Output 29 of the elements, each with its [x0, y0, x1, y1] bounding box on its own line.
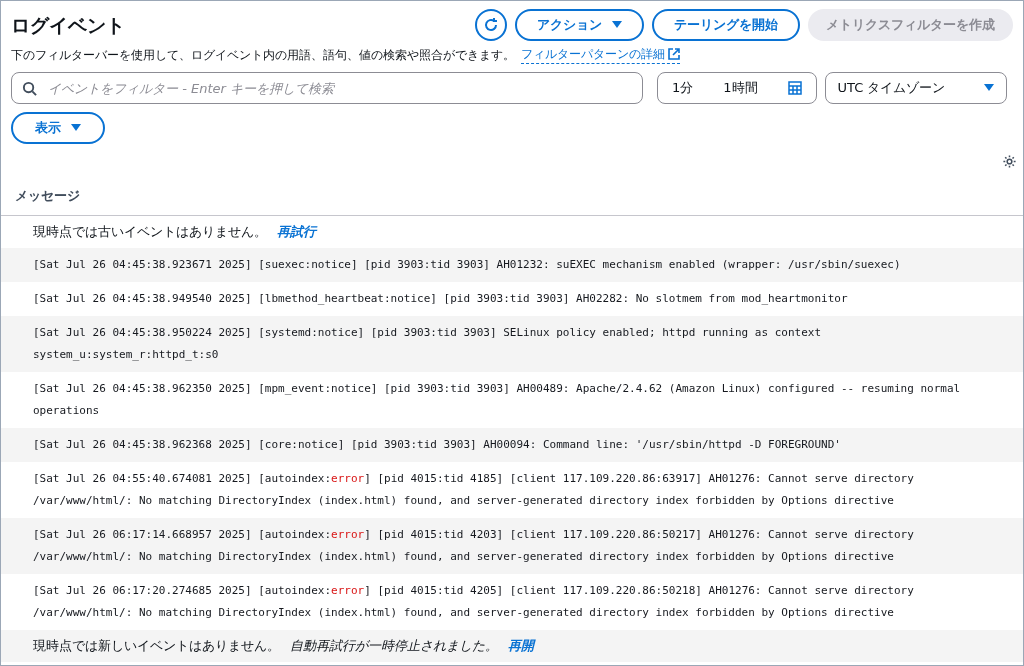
timezone-dropdown[interactable]: UTC タイムゾーン: [824, 72, 1007, 104]
caret-down-icon: [612, 21, 622, 29]
display-dropdown[interactable]: 表示: [11, 112, 105, 144]
caret-down-icon: [983, 84, 994, 92]
column-header: メッセージ: [15, 188, 80, 203]
retry-link[interactable]: 再試行: [277, 222, 316, 242]
no-older-events-text: 現時点では古いイベントはありません。: [33, 223, 267, 242]
calendar-icon[interactable]: [787, 81, 802, 95]
external-link-icon: [668, 48, 680, 60]
auto-retry-paused-text: 自動再試行が一時停止されました。: [290, 637, 498, 656]
settings-icon[interactable]: [1002, 154, 1017, 169]
refresh-icon: [483, 17, 499, 33]
refresh-button[interactable]: [475, 9, 507, 41]
action-button[interactable]: テーリングを開始: [652, 9, 800, 41]
resume-link[interactable]: 再開: [508, 636, 534, 656]
time-range-option[interactable]: 1分: [672, 78, 694, 98]
actions-dropdown[interactable]: アクション: [515, 9, 644, 41]
filter-search-field[interactable]: イベントをフィルター - Enter キーを押して検索: [11, 72, 643, 104]
log-event-row: [Sat Jul 26 04:45:38.962368 2025] [core:notice] [pid 3903:tid 3903] AH00094: Command line: '/usr/sbin/httpd -D FOREGROUND': [1, 428, 1023, 462]
page-title: ログイベント: [11, 12, 125, 38]
log-event-row: [Sat Jul 26 04:45:38.923671 2025] [suexec:notice] [pid 3903:tid 3903] AH01232: suEXEC mechanism enabled (wrapper: /usr/sbin/suexec): [1, 248, 1023, 282]
description-text: 下のフィルターバーを使用して、ログイベント内の用語、語句、値の検索や照合ができます。: [11, 46, 515, 64]
search-icon: [22, 81, 37, 96]
filter-pattern-link[interactable]: フィルターパターンの詳細: [521, 45, 680, 64]
log-event-row: [Sat Jul 26 06:17:14.668957 2025] [autoindex:error] [pid 4015:tid 4203] [client 117.109.220.86:50217] AH01276: Cannot serve directory /var/www/html/: No matching DirectoryIndex (index.html) found, and server-generated directory index forbidden by Options directive: [1, 518, 1023, 574]
log-event-row: [Sat Jul 26 04:45:38.950224 2025] [systemd:notice] [pid 3903:tid 3903] SELinux policy enabled; httpd running as context system_u:system_r:httpd_t:s0: [1, 316, 1023, 372]
caret-down-icon: [71, 124, 81, 132]
no-newer-events-text: 現時点では新しいイベントはありません。: [33, 637, 280, 656]
time-range-option[interactable]: 1時間: [723, 78, 758, 98]
